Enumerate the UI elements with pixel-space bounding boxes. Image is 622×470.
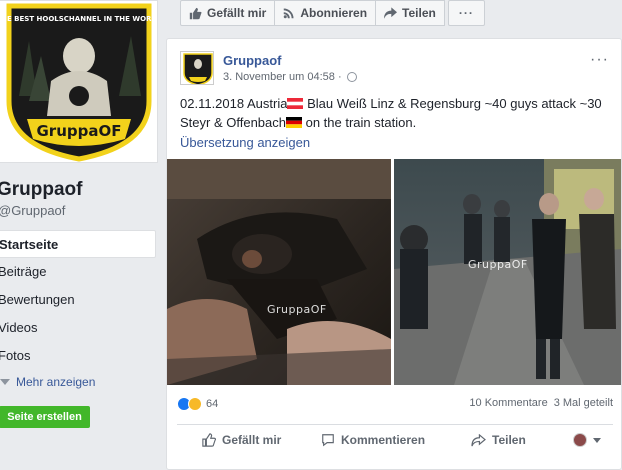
show-more-link[interactable]: Mehr anzeigen [0,375,95,389]
cover-text-bottom: GruppaOF [37,122,122,140]
photo-2-image [394,159,621,385]
nav-item-bewertungen[interactable]: Bewertungen [0,286,156,314]
like-page-button[interactable]: Gefällt mir [180,0,276,26]
page-action-bar: Gefällt mir Abonnieren Teilen ··· [180,0,485,26]
reaction-count: 64 [206,398,219,410]
post-timestamp[interactable]: 3. November um 04:58 · [223,71,342,83]
page-nav: Startseite Beiträge Bewertungen Videos F… [0,230,156,370]
author-avatar[interactable] [180,51,214,85]
chevron-down-icon [593,437,601,443]
haha-icon [188,397,202,411]
shares-count[interactable]: 3 Mal geteilt [554,397,613,409]
chevron-down-icon [0,379,10,385]
nav-item-videos[interactable]: Videos [0,314,156,342]
show-translation-link[interactable]: Übersetzung anzeigen [180,135,310,150]
create-page-button[interactable]: Seite erstellen [0,406,90,428]
share-label: Teilen [492,433,526,447]
like-page-label: Gefällt mir [207,6,267,20]
post-text: 02.11.2018 Austria Blau Weiß Linz & Rege… [180,94,612,132]
like-icon [202,433,216,447]
like-icon [189,7,202,19]
post-actions: Gefällt mir Kommentieren Teilen [177,424,613,454]
page-name[interactable]: Gruppaof [0,179,83,201]
rss-icon [284,8,294,19]
germany-flag-icon [286,117,302,128]
profile-picture[interactable]: GruppaOF THE BEST HOOLSCHANNEL IN THE WO… [0,0,158,163]
share-icon [384,7,398,19]
page-sidebar: GruppaOF THE BEST HOOLSCHANNEL IN THE WO… [0,0,165,470]
show-more-label: Mehr anzeigen [16,375,96,389]
share-page-button[interactable]: Teilen [375,0,445,26]
post-text-part-2: Blau Weiß Linz & Regensburg ~40 guys att… [303,96,602,111]
like-label: Gefällt mir [222,433,282,447]
comment-label: Kommentieren [341,433,426,447]
profile-logo: GruppaOF THE BEST HOOLSCHANNEL IN THE WO… [0,1,158,162]
photo-1-image [167,159,391,385]
post-text-part-4: on the train station. [302,115,417,130]
comment-button[interactable]: Kommentieren [321,433,425,447]
viewer-avatar [573,433,587,447]
engagement-counts: 10 Kommentare 3 Mal geteilt [469,397,613,409]
post-text-part-3: Steyr & Offenbach [180,115,286,130]
reactions-summary[interactable]: 64 [177,397,218,411]
avatar-logo [181,52,213,84]
share-page-label: Teilen [402,6,436,20]
viewer-selector[interactable] [573,433,601,447]
post-photo-1[interactable]: GruppaOF [167,159,391,385]
cover-text-top: THE BEST HOOLSCHANNEL IN THE WORLD [0,15,158,23]
nav-item-startseite[interactable]: Startseite [0,230,156,258]
post-photos: GruppaOF GruppaOF [167,159,621,385]
nav-item-beitraege[interactable]: Beiträge [0,258,156,286]
post-stats: 64 10 Kommentare 3 Mal geteilt [177,397,613,413]
like-button[interactable]: Gefällt mir [202,433,281,447]
post-options-button[interactable]: ··· [590,51,609,69]
globe-icon [346,72,357,82]
austria-flag-icon [287,98,304,109]
comments-count[interactable]: 10 Kommentare [469,397,547,409]
comment-icon [322,434,334,447]
follow-button[interactable]: Abonnieren [274,0,377,26]
photo-watermark: GruppaOF [468,258,528,271]
page-handle[interactable]: @Gruppaof [0,203,65,218]
nav-item-fotos[interactable]: Fotos [0,342,156,370]
post-meta: 3. November um 04:58 · [223,71,357,83]
share-button[interactable]: Teilen [471,433,526,447]
post-card: Gruppaof 3. November um 04:58 · ··· 02.1… [166,38,622,470]
post-text-part-1: 02.11.2018 Austria [180,96,288,111]
more-options-button[interactable]: ··· [447,0,485,26]
post-author[interactable]: Gruppaof [223,53,282,68]
share-icon [471,433,486,446]
follow-label: Abonnieren [300,6,368,20]
post-photo-2[interactable]: GruppaOF [394,159,621,385]
photo-watermark: GruppaOF [267,303,327,316]
